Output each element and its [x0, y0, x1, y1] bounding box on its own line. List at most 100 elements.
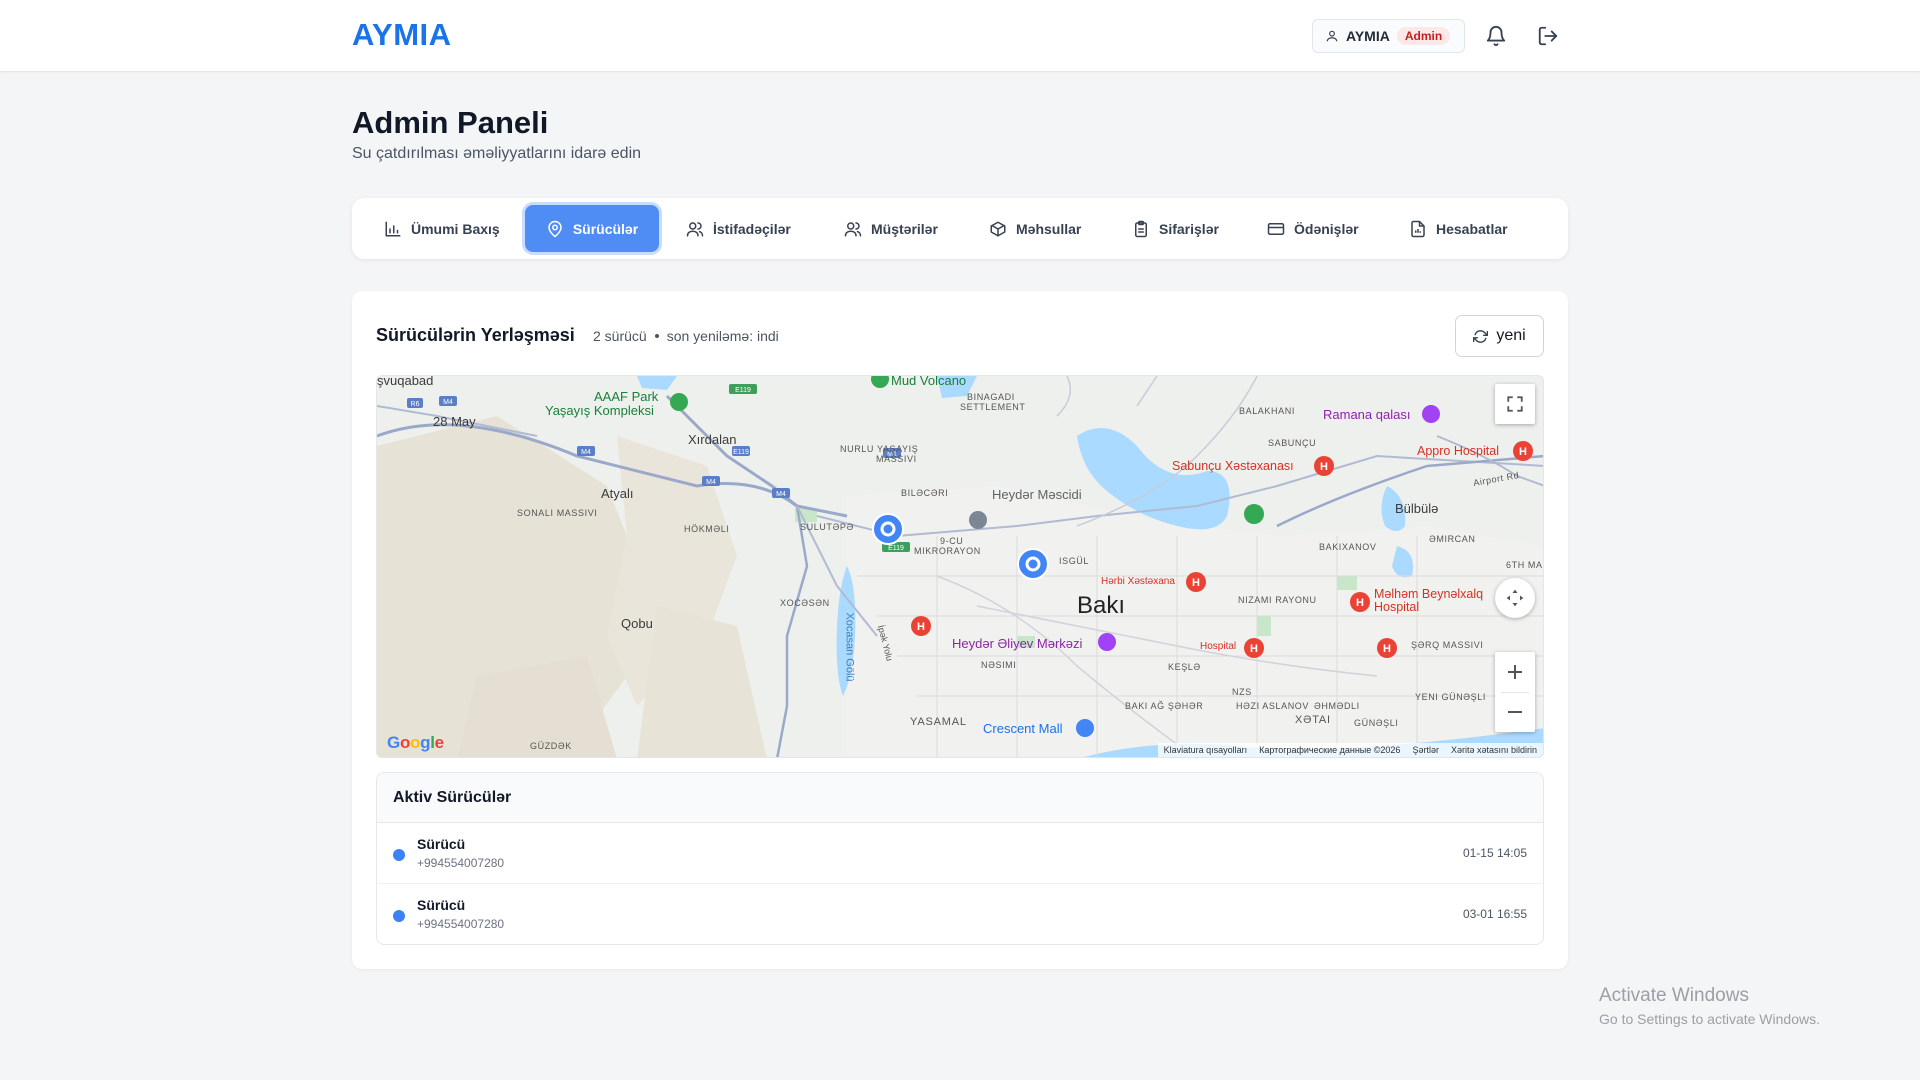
zoom-divider: [1501, 692, 1529, 693]
svg-text:H: H: [917, 621, 925, 633]
map-label: BAKIXANOV: [1319, 542, 1377, 552]
bell-icon: [1486, 26, 1506, 47]
map-label: XOCƏSƏN: [780, 598, 830, 608]
map-label: SABUNÇU: [1268, 438, 1317, 448]
map-label: Heydər Əliyev Mərkəzi: [952, 636, 1083, 651]
map-label: SETTLEMENT: [960, 402, 1026, 412]
active-drivers-list: Aktiv Sürücülər Sürücü +994554007280 01-…: [376, 772, 1544, 945]
tab-drivers[interactable]: Sürücülər: [525, 205, 659, 252]
map-label: Bülbülə: [1395, 501, 1439, 516]
map-label: HƏZI ASLANOV: [1236, 701, 1309, 711]
zoom-control: [1495, 652, 1535, 732]
tab-customers[interactable]: Müştərilər: [832, 205, 950, 252]
map-label: XƏTAI: [1295, 714, 1331, 726]
driver-count: 2 sürücü: [593, 328, 647, 344]
page-title: Admin Paneli: [352, 105, 549, 140]
windows-activation-watermark: Activate Windows Go to Settings to activ…: [1599, 985, 1820, 1027]
svg-text:H: H: [1192, 577, 1200, 589]
fullscreen-icon: [1507, 396, 1523, 412]
driver-marker[interactable]: [1016, 547, 1050, 581]
map-label: ƏMIRCAN: [1429, 534, 1476, 544]
map-label: HÖKMƏLI: [684, 524, 730, 534]
driver-row[interactable]: Sürücü +994554007280 03-01 16:55: [377, 884, 1543, 944]
tab-payments[interactable]: Ödənişlər: [1255, 205, 1371, 252]
driver-name: Sürücü: [417, 836, 466, 852]
tab-orders[interactable]: Sifarişlər: [1120, 205, 1231, 252]
svg-text:E119: E119: [733, 449, 749, 456]
map-label: Hospital: [1200, 641, 1237, 652]
map-label: KEŞLƏ: [1168, 662, 1201, 672]
driver-marker[interactable]: [871, 512, 905, 546]
box-icon: [990, 221, 1006, 236]
report-error-link[interactable]: Xəritə xətasını bildirin: [1451, 745, 1537, 755]
svg-text:H: H: [1320, 461, 1328, 473]
svg-text:M4: M4: [443, 399, 453, 406]
map-label: Yaşayış Kompleksi: [545, 403, 654, 418]
list-title: Aktiv Sürücülər: [377, 773, 1543, 823]
svg-text:R6: R6: [411, 401, 420, 408]
tab-reports[interactable]: Hesabatlar: [1397, 205, 1520, 252]
map-label: BILƏCƏRI: [901, 488, 949, 498]
map-label: BALAKHANI: [1239, 406, 1295, 416]
svg-text:H: H: [1356, 597, 1364, 609]
fullscreen-button[interactable]: [1495, 384, 1535, 424]
svg-text:H: H: [1383, 643, 1391, 655]
map-label: YASAMAL: [910, 716, 967, 728]
map-label: BAKI AĞ ŞƏHƏR: [1125, 701, 1204, 711]
refresh-button[interactable]: yeni: [1455, 315, 1544, 357]
logout-button[interactable]: [1534, 22, 1562, 50]
map-label: Atyalı: [601, 486, 634, 501]
map-label: GÜNƏŞLI: [1354, 718, 1399, 728]
map-label: Sabunçu Xəstəxanası: [1172, 459, 1294, 473]
map-label: ISGÜL: [1059, 556, 1090, 566]
file-icon: [1411, 220, 1425, 237]
map-label: NURLU YAŞAYIŞ: [840, 444, 919, 454]
panel-title: Sürücülərin Yerləşməsi: [376, 325, 575, 345]
driver-time: 03-01 16:55: [1462, 907, 1527, 921]
driver-phone: +994554007280: [417, 917, 505, 931]
svg-text:M4: M4: [776, 491, 786, 498]
tab-overview[interactable]: Ümumi Baxış: [372, 205, 512, 252]
map-label: AAAF Park: [594, 389, 659, 404]
driver-status-dot: [393, 849, 405, 861]
driver-name: Sürücü: [417, 897, 466, 913]
tab-bar: Ümumi Baxış Sürücülər İstifadəçilər Müşt…: [352, 198, 1568, 259]
tab-users[interactable]: İstifadəçilər: [674, 205, 803, 252]
zoom-out-icon: [1508, 711, 1522, 713]
app-logo[interactable]: AYMIA: [352, 17, 452, 53]
map-label: SULUTƏPƏ: [800, 522, 854, 532]
clipboard-icon: [1135, 220, 1147, 237]
zoom-in-button[interactable]: [1495, 652, 1535, 692]
map-label: Hospital: [1374, 600, 1420, 614]
map-label: Məlhəm Beynəlxalq: [1374, 587, 1484, 601]
zoom-in-icon: [1508, 665, 1522, 679]
map-pin-icon: [548, 220, 562, 237]
top-bar: AYMIA AYMIA Admin: [0, 0, 1920, 72]
driver-row[interactable]: Sürücü +994554007280 01-15 14:05: [377, 823, 1543, 884]
panel-meta: 2 sürücü son yeniləmə: indi: [593, 328, 779, 344]
drivers-map[interactable]: R6 M4 M4 M4 M4 E119 E119 M1 E119 H H H H…: [376, 375, 1544, 758]
camera-control-icon: [1506, 589, 1524, 607]
map-label: BINAGADI: [967, 392, 1015, 402]
tab-products[interactable]: Məhsullar: [977, 205, 1093, 252]
map-data-text: Картографические данные ©2026: [1259, 745, 1401, 755]
driver-time: 01-15 14:05: [1462, 846, 1527, 860]
bar-chart-icon: [385, 221, 401, 236]
map-label: Qobu: [621, 616, 653, 631]
map-label: GÜZDƏK: [530, 741, 572, 751]
user-name: AYMIA: [1346, 28, 1390, 44]
zoom-out-button[interactable]: [1495, 692, 1535, 732]
users-icon: [686, 221, 704, 236]
notifications-button[interactable]: [1482, 22, 1510, 50]
svg-text:M4: M4: [706, 479, 716, 486]
keyboard-shortcuts-link[interactable]: Klaviatura qısayolları: [1164, 745, 1248, 755]
camera-control-button[interactable]: [1495, 578, 1535, 618]
user-chip[interactable]: AYMIA Admin: [1312, 19, 1466, 53]
drivers-location-panel: Sürücülərin Yerləşməsi 2 sürücü son yeni…: [352, 291, 1568, 969]
google-logo: Google: [387, 733, 444, 752]
role-badge: Admin: [1396, 27, 1451, 45]
terms-link[interactable]: Şərtlər: [1412, 745, 1439, 755]
map-label: YENI GÜNƏŞLI: [1415, 692, 1486, 702]
map-label: Bakı: [1077, 592, 1126, 619]
last-update: son yeniləmə: indi: [666, 328, 779, 344]
